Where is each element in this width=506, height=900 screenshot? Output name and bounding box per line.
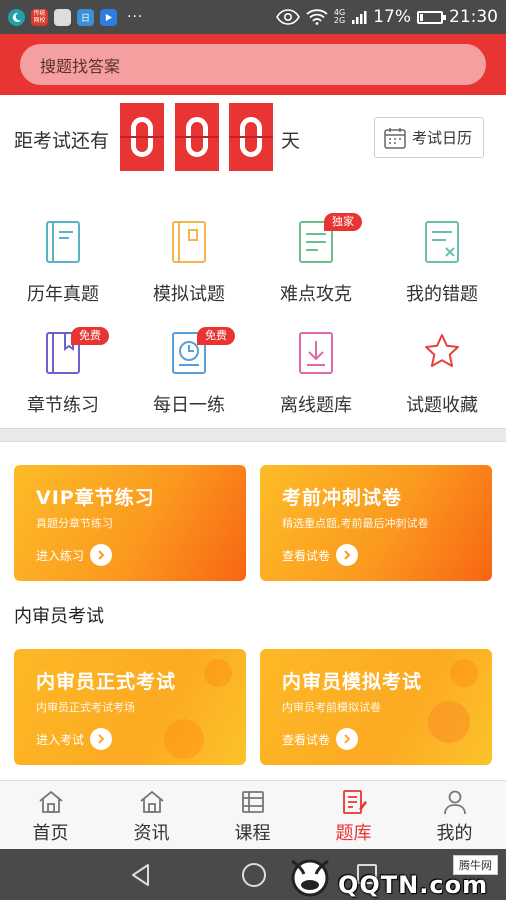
course-icon	[242, 791, 264, 813]
eye-icon	[275, 9, 300, 25]
chevron-right-icon	[90, 544, 113, 566]
card-subtitle: 内审员考前模拟试卷	[282, 701, 381, 714]
home-icon	[39, 790, 63, 813]
mock-exam-card[interactable]: 内审员模拟考试 内审员考前模拟试卷 查看试卷	[260, 649, 492, 765]
battery-percent: 17%	[373, 7, 411, 27]
exam-calendar-button[interactable]: 考试日历	[374, 117, 484, 158]
grid-label: 章节练习	[27, 395, 99, 416]
section-title: 内审员考试	[14, 606, 104, 627]
card-link-label: 进入考试	[36, 732, 85, 747]
chevron-right-icon	[336, 728, 359, 750]
nav-home[interactable]: 首页	[0, 781, 101, 850]
card-link-label: 查看试卷	[282, 548, 331, 563]
grid-label: 每日一练	[153, 395, 225, 416]
grid-item-chapter-practice[interactable]: 章节练习 免费	[0, 327, 126, 431]
status-bar: 传统 网校 日 ··· 4G 2G 17% 21:30	[0, 0, 506, 34]
question-bank-icon	[343, 790, 367, 814]
battery-icon	[417, 10, 446, 24]
enter-practice-link[interactable]: 进入练习	[36, 544, 113, 566]
school-app-icon: 传统 网校	[31, 8, 48, 26]
grid-item-daily-practice[interactable]: 每日一练 免费	[126, 327, 252, 431]
countdown-digit: 0	[120, 103, 164, 171]
clock: 21:30	[449, 7, 498, 27]
exclusive-badge: 独家	[324, 213, 362, 231]
nav-label: 题库	[335, 823, 372, 844]
grid-item-my-mistakes[interactable]: 我的错题	[379, 220, 505, 320]
calendar-icon	[384, 127, 406, 149]
card-subtitle: 内审员正式考试考场	[36, 701, 135, 714]
grid-label: 难点攻克	[280, 284, 352, 305]
grid-label: 我的错题	[406, 284, 478, 305]
grid-item-mock-questions[interactable]: 模拟试题	[126, 220, 252, 320]
sprint-paper-card[interactable]: 考前冲刺试卷 精选重点题,考前最后冲刺试卷 查看试卷	[260, 465, 492, 581]
nav-label: 首页	[32, 823, 69, 844]
grid-item-offline-bank[interactable]: 离线题库	[253, 331, 379, 431]
exam-calendar-label: 考试日历	[412, 129, 473, 147]
nav-label: 我的	[436, 823, 473, 844]
qqtn-logo	[291, 859, 329, 897]
card-title: 内审员正式考试	[36, 671, 177, 693]
card-link-label: 进入练习	[36, 548, 85, 563]
countdown-unit: 天	[281, 130, 301, 152]
news-icon	[140, 790, 164, 813]
section-divider	[0, 428, 506, 442]
search-header: 搜题找答案	[0, 34, 506, 95]
watermark-domain: QQTN.com	[338, 871, 489, 899]
card-title: 内审员模拟考试	[282, 671, 423, 693]
grid-label: 试题收藏	[406, 395, 478, 416]
book-icon	[46, 221, 80, 263]
profile-icon	[444, 790, 466, 815]
nav-news[interactable]: 资讯	[101, 781, 202, 850]
star-icon	[425, 334, 459, 367]
vip-chapter-card[interactable]: VIP章节练习 真题分章节练习 进入练习	[14, 465, 246, 581]
card-subtitle: 真题分章节练习	[36, 517, 113, 530]
grid-label: 历年真题	[27, 284, 99, 305]
free-badge: 免费	[71, 327, 109, 345]
card-link-label: 查看试卷	[282, 732, 331, 747]
grid-label: 模拟试题	[153, 284, 225, 305]
qqtn-watermark: 腾牛网 QQTN.com	[284, 855, 498, 899]
nav-label: 课程	[234, 823, 271, 844]
back-icon[interactable]	[128, 862, 154, 888]
view-paper-link[interactable]: 查看试卷	[282, 544, 359, 566]
notebook-icon	[172, 221, 206, 263]
nav-question-bank[interactable]: 题库	[303, 781, 404, 850]
card-title: VIP章节练习	[36, 487, 155, 509]
chevron-right-icon	[336, 544, 359, 566]
free-badge: 免费	[197, 327, 235, 345]
video-app-icon	[100, 8, 117, 26]
nav-profile[interactable]: 我的	[404, 781, 505, 850]
download-icon	[299, 332, 333, 374]
moon-app-icon	[8, 8, 25, 26]
bottom-nav: 首页 资讯 课程 题库 我的	[0, 780, 506, 849]
signal-icon	[352, 11, 367, 24]
gallery-app-icon	[54, 8, 71, 26]
grid-item-past-exams[interactable]: 历年真题	[0, 220, 126, 320]
grid-label: 离线题库	[280, 395, 352, 416]
more-notifications: ···	[127, 9, 144, 25]
network-type: 4G 2G	[333, 8, 346, 25]
view-paper-link[interactable]: 查看试卷	[282, 728, 359, 750]
calendar-app-icon: 日	[77, 8, 94, 26]
card-subtitle: 精选重点题,考前最后冲刺试卷	[282, 517, 429, 530]
enter-exam-link[interactable]: 进入考试	[36, 728, 113, 750]
chevron-right-icon	[90, 728, 113, 750]
nav-course[interactable]: 课程	[202, 781, 303, 850]
countdown-digit: 0	[175, 103, 219, 171]
search-input[interactable]: 搜题找答案	[20, 44, 486, 85]
card-title: 考前冲刺试卷	[282, 487, 403, 509]
formal-exam-card[interactable]: 内审员正式考试 内审员正式考试考场 进入考试	[14, 649, 246, 765]
grid-item-favorites[interactable]: 试题收藏	[379, 331, 505, 431]
grid-item-key-points[interactable]: 难点攻克 独家	[253, 213, 379, 320]
home-circle-icon[interactable]	[240, 861, 268, 889]
countdown-label: 距考试还有	[14, 130, 110, 152]
wrong-answer-icon	[425, 221, 459, 263]
wifi-icon	[306, 9, 328, 25]
nav-label: 资讯	[133, 823, 170, 844]
countdown-digit: 0	[229, 103, 273, 171]
